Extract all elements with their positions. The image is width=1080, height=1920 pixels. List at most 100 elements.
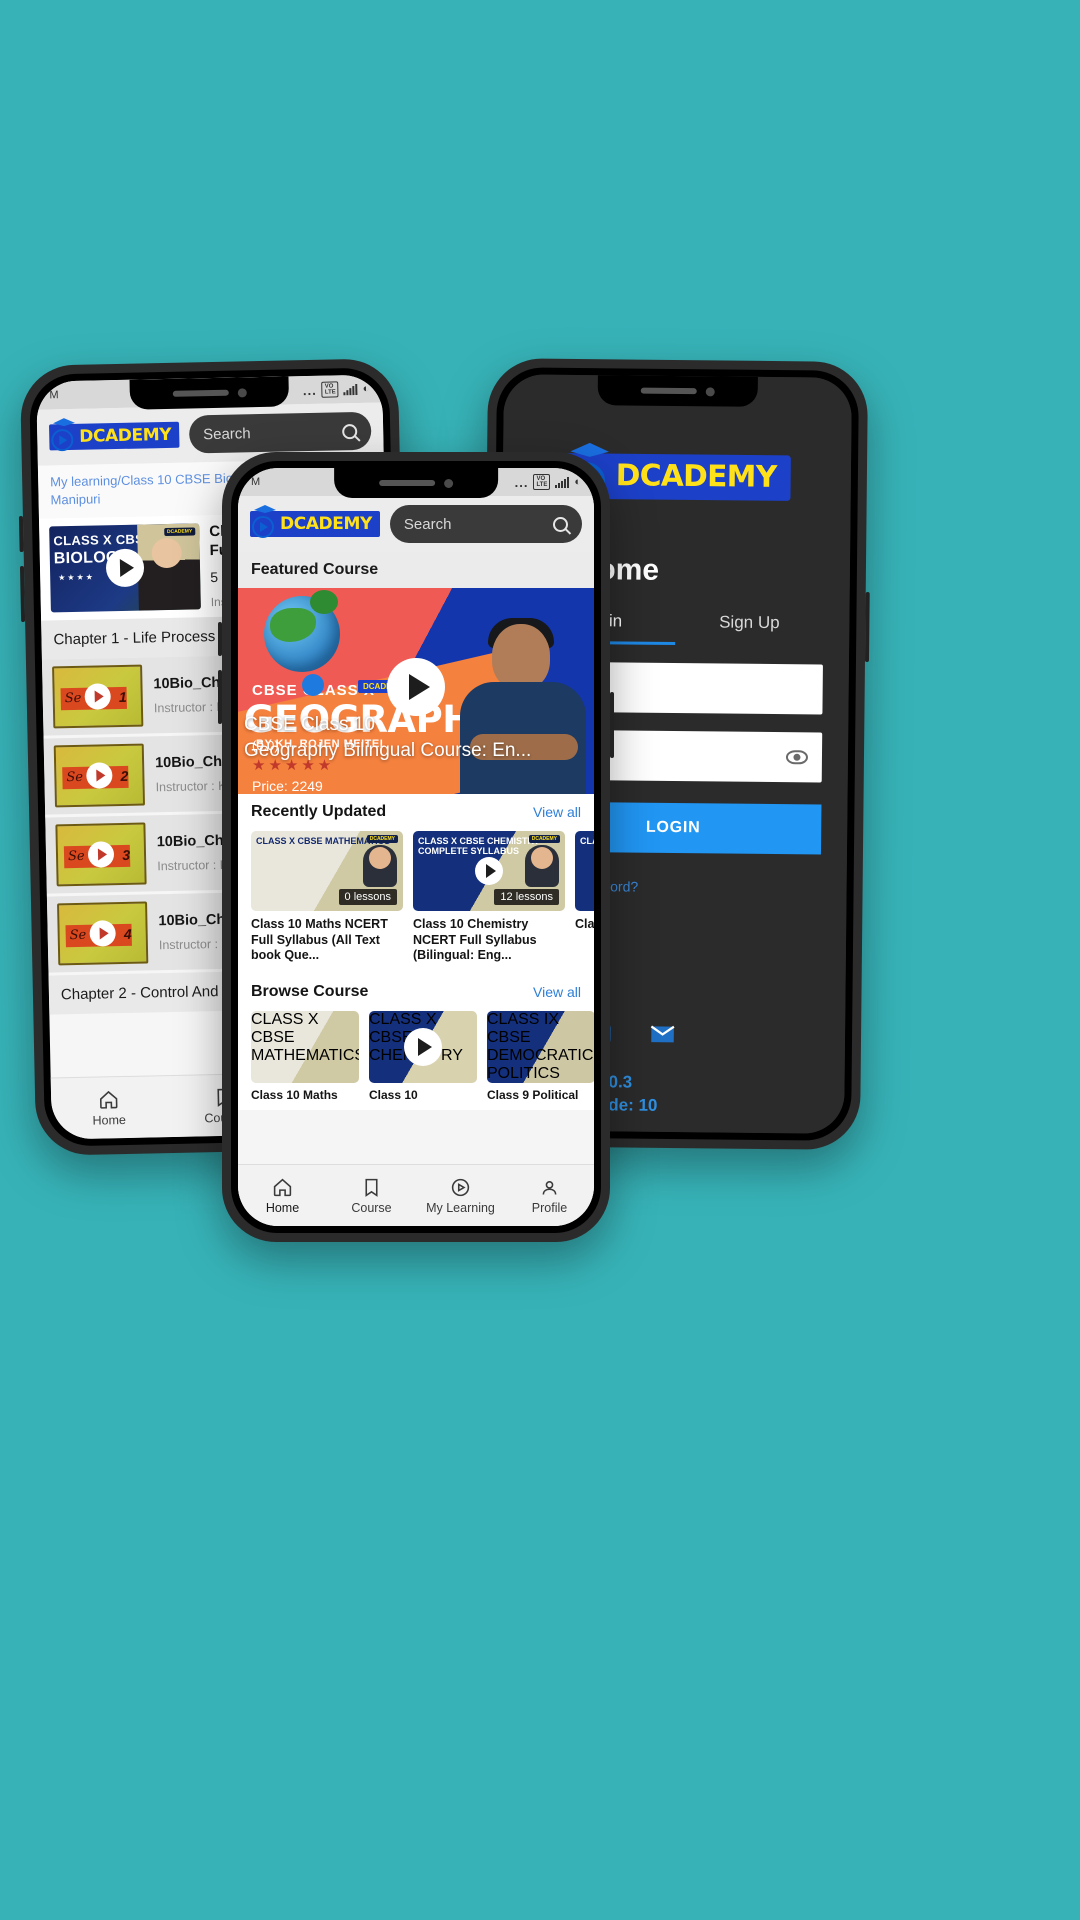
featured-label: Featured Course <box>238 552 594 588</box>
nav-item-home[interactable]: Home <box>238 1165 327 1226</box>
front-camera <box>237 387 247 397</box>
card-lessons-badge: 0 lessons <box>338 889 397 905</box>
lesson-script-text: Se <box>64 690 82 707</box>
search-icon[interactable] <box>342 423 358 439</box>
nav-item-course[interactable]: Course <box>327 1165 416 1226</box>
browse-card-name: Class 10 <box>369 1087 418 1102</box>
graduation-cap-icon <box>52 418 75 427</box>
browse-thumbnail[interactable]: CLASS X CBSE CHEMISTRY <box>369 1010 477 1083</box>
search-icon[interactable] <box>553 516 568 532</box>
graduation-cap-icon <box>254 505 276 513</box>
card-thumb-text: CLASS X CBSE <box>580 836 594 846</box>
tab-signup-label: Sign Up <box>719 612 780 633</box>
browse-play-button[interactable] <box>404 1027 442 1066</box>
phone-center-screen: M ... VO LTE ◐ DCADEMY Search Featured C… <box>238 468 594 1226</box>
featured-course-banner[interactable]: CBSE CLASS X GEOGRAPHY DCADEMY BY KH. RO… <box>238 588 594 794</box>
eye-icon[interactable] <box>785 750 809 765</box>
email-icon[interactable] <box>649 1021 676 1048</box>
lesson-number: 4 <box>123 925 132 943</box>
volte-icon: VO LTE <box>533 474 551 490</box>
browse-view-all[interactable]: View all <box>533 984 581 1000</box>
thumb-instructor-photo <box>137 523 201 611</box>
browse-thumbnail[interactable]: CLASS X CBSE MATHEMATICS <box>251 1010 359 1083</box>
browse-title: Browse Course <box>251 982 369 1000</box>
lesson-number: 3 <box>122 846 131 864</box>
play-circle-icon <box>451 1178 470 1196</box>
browse-card[interactable]: CLASS X CBSE MATHEMATICS Class 10 Maths <box>251 1010 359 1102</box>
phone-center-power <box>610 692 614 758</box>
person-icon <box>542 1180 557 1195</box>
lesson-thumbnail[interactable]: Se 4 <box>57 901 149 966</box>
left-status-time: M <box>49 389 59 402</box>
hero-shirt-logo <box>302 674 324 696</box>
lesson-thumbnail[interactable]: Se 2 <box>53 743 146 808</box>
play-logo-icon <box>51 428 74 452</box>
center-bottom-nav: Home Course My Learning Profile <box>238 1164 594 1226</box>
nav-label: Home <box>265 1200 300 1215</box>
lesson-thumbnail[interactable]: Se 3 <box>55 822 147 887</box>
recently-updated-view-all[interactable]: View all <box>533 804 581 820</box>
earpiece-speaker <box>172 389 229 397</box>
nav-label: Course <box>351 1200 392 1215</box>
left-status-dots: ... <box>302 382 317 398</box>
browse-thumb-text: CLASS X CBSE MATHEMATICS <box>251 1010 359 1064</box>
lesson-number: 1 <box>118 688 127 706</box>
center-search-placeholder: Search <box>403 515 452 533</box>
hero-overlay-subtitle: Geography Bilingual Course: En... <box>244 740 532 761</box>
phone-left-volume-down <box>19 566 26 623</box>
globe-graphic <box>264 590 340 672</box>
nav-item-my-learning[interactable]: My Learning <box>416 1165 505 1226</box>
card-thumbnail[interactable]: CLASS X CBSE CHEMISTRY COMPLETE SYLLABUS… <box>413 831 565 911</box>
nav-item-home[interactable]: Home <box>51 1076 168 1139</box>
card-name: Class 10 Chemistry NCERT Full Syllabus (… <box>413 917 537 963</box>
card-brand-badge: DCADEMY <box>528 835 560 843</box>
card-instructor-photo <box>525 845 559 887</box>
course-thumbnail[interactable]: CLASS X CBSE BIOLOGY ★★★★ DCADEMY <box>49 523 201 613</box>
phone-left-volume-up <box>18 516 24 553</box>
card-thumbnail[interactable]: CLASS X CBSE MATHEMATICS DCADEMY 0 lesso… <box>251 831 403 911</box>
hero-instructor-photo <box>448 616 594 794</box>
nav-item-profile[interactable]: Profile <box>505 1165 594 1226</box>
lesson-script-text: Se <box>67 848 85 865</box>
browse-card[interactable]: CLASS X CBSE CHEMISTRY Class 10 <box>369 1010 477 1102</box>
nav-label: My Learning <box>426 1200 495 1215</box>
nav-label: Profile <box>531 1200 568 1215</box>
browse-cards-row: CLASS X CBSE MATHEMATICS Class 10 Maths … <box>238 1006 594 1111</box>
signal-icon <box>555 476 570 488</box>
browse-card-name: Class 10 Maths <box>251 1087 338 1102</box>
left-brand-logo: DCADEMY <box>48 418 180 452</box>
wifi-icon: ◐ <box>362 382 370 395</box>
tab-signup[interactable]: Sign Up <box>675 612 823 647</box>
left-search-placeholder: Search <box>202 424 251 443</box>
card-play-button[interactable] <box>475 857 503 885</box>
front-camera <box>705 386 715 396</box>
phone-right-notch <box>597 375 758 407</box>
wifi-icon: ◐ <box>574 476 581 488</box>
earpiece-speaker <box>640 387 697 395</box>
login-brand-name: DCADEMY <box>615 458 777 496</box>
thumb-brand-badge: DCADEMY <box>163 527 196 537</box>
lesson-thumbnail[interactable]: Se 1 <box>52 664 144 729</box>
course-card[interactable]: CLASS X CBSE Class 10 Science... <box>575 831 594 964</box>
center-app-bar: DCADEMY Search <box>238 496 594 552</box>
play-logo-icon <box>252 516 274 538</box>
volte-icon: VO LTE <box>321 381 339 398</box>
recently-updated-title: Recently Updated <box>251 803 387 820</box>
card-thumbnail[interactable]: CLASS X CBSE <box>575 831 594 911</box>
left-search-input[interactable]: Search <box>188 411 372 454</box>
front-camera <box>444 478 453 488</box>
browse-card[interactable]: CLASS IX CBSE DEMOCRATIC POLITICS Class … <box>487 1010 594 1102</box>
phone-center-volume-up <box>218 622 222 656</box>
browse-thumb-text: CLASS IX CBSE DEMOCRATIC POLITICS <box>487 1010 594 1082</box>
card-instructor-photo <box>363 845 397 887</box>
home-icon <box>100 1090 118 1109</box>
browse-thumbnail[interactable]: CLASS IX CBSE DEMOCRATIC POLITICS <box>487 1010 594 1083</box>
thumb-stars: ★★★★ <box>58 572 95 583</box>
lesson-number: 2 <box>120 767 129 785</box>
phone-right-power <box>864 591 870 663</box>
course-card[interactable]: CLASS X CBSE CHEMISTRY COMPLETE SYLLABUS… <box>413 831 565 964</box>
center-search-input[interactable]: Search <box>389 505 582 543</box>
course-card[interactable]: CLASS X CBSE MATHEMATICS DCADEMY 0 lesso… <box>251 831 403 964</box>
hero-play-button[interactable] <box>387 657 445 716</box>
book-icon <box>365 1178 378 1197</box>
